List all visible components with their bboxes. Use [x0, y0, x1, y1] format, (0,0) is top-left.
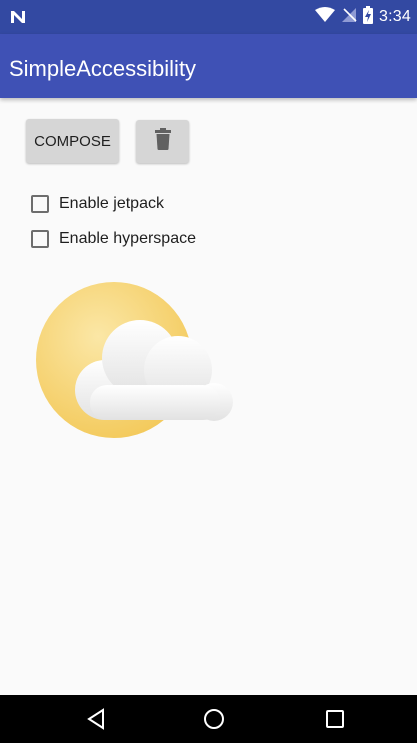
wifi-icon: [315, 6, 336, 28]
checkbox-box[interactable]: [31, 230, 49, 248]
recents-icon[interactable]: [323, 707, 347, 731]
n-logo-icon: [8, 7, 28, 27]
checkbox-box[interactable]: [31, 195, 49, 213]
partly-cloudy-icon: [30, 280, 250, 445]
home-icon[interactable]: [202, 707, 226, 731]
status-bar: 3:34: [0, 0, 417, 34]
checkbox-label: Enable jetpack: [59, 195, 164, 212]
trash-icon: [154, 128, 171, 155]
navigation-bar: [0, 695, 417, 743]
no-sim-icon: [341, 7, 357, 28]
enable-hyperspace-checkbox[interactable]: Enable hyperspace: [31, 227, 196, 251]
app-title: SimpleAccessibility: [9, 56, 197, 81]
back-icon[interactable]: [84, 707, 108, 731]
compose-button[interactable]: COMPOSE: [26, 119, 119, 163]
delete-button[interactable]: [136, 120, 189, 163]
app-bar: SimpleAccessibility: [0, 34, 417, 98]
status-time: 3:34: [379, 8, 411, 25]
checkbox-label: Enable hyperspace: [59, 230, 196, 247]
enable-jetpack-checkbox[interactable]: Enable jetpack: [31, 192, 164, 216]
battery-charging-icon: [363, 5, 374, 29]
